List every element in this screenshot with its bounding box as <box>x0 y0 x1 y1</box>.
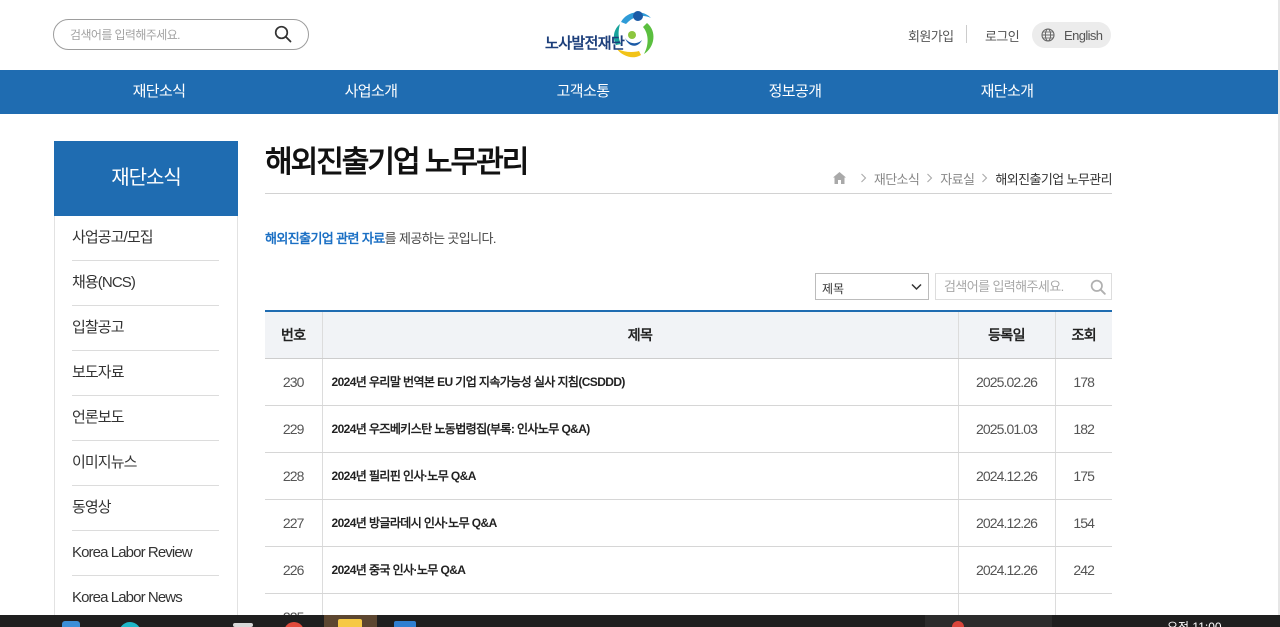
globe-icon <box>1041 28 1055 42</box>
page: 노사발전재단 회원가입 로그인 English 재단소식 사업소개 고객소통 <box>0 0 1280 627</box>
taskbar-browser-icon[interactable] <box>284 622 304 627</box>
table-header-row: 번호 제목 등록일 조회 <box>265 311 1112 359</box>
language-button[interactable]: English <box>1032 22 1111 48</box>
main-nav-list: 재단소식 사업소개 고객소통 정보공개 재단소개 <box>53 70 1113 114</box>
table-row: 230 2024년 우리말 번역본 EU 기업 지속가능성 실사 지침(CSDD… <box>265 358 1112 406</box>
breadcrumb-current: 해외진출기업 노무관리 <box>995 171 1112 187</box>
row-number: 227 <box>265 499 322 547</box>
row-title-link[interactable]: 2024년 필리핀 인사·노무 Q&A <box>321 452 958 500</box>
taskbar-clock[interactable]: 오전 11:00 <box>1167 618 1222 627</box>
sidebar-item-media[interactable]: 언론보도 <box>72 396 219 441</box>
row-views: 242 <box>1054 546 1112 594</box>
sidebar-item-bid[interactable]: 입찰공고 <box>72 306 219 351</box>
page-title: 해외진출기업 노무관리 <box>265 146 529 179</box>
sidebar-item-image-news[interactable]: 이미지뉴스 <box>72 441 219 486</box>
table-row: 226 2024년 중국 인사·노무 Q&A 2024.12.26 242 <box>265 546 1112 594</box>
breadcrumb-separator-icon <box>982 173 988 183</box>
row-title-link[interactable]: 2024년 중국 인사·노무 Q&A <box>321 546 958 594</box>
main-navigation: 재단소식 사업소개 고객소통 정보공개 재단소개 <box>0 70 1278 114</box>
site-logo[interactable]: 노사발전재단 <box>545 8 659 62</box>
notification-icon <box>952 621 964 627</box>
row-number: 230 <box>265 358 322 406</box>
row-views: 178 <box>1054 358 1112 406</box>
row-views: 175 <box>1054 452 1112 500</box>
column-header-number: 번호 <box>265 311 322 359</box>
row-date: 2025.01.03 <box>957 405 1055 453</box>
row-title-link[interactable]: 2024년 우리말 번역본 EU 기업 지속가능성 실사 지침(CSDDD) <box>321 358 958 406</box>
row-number: 229 <box>265 405 322 453</box>
table-row: 228 2024년 필리핀 인사·노무 Q&A 2024.12.26 175 <box>265 452 1112 500</box>
os-taskbar: 오전 11:00 <box>0 615 1280 627</box>
row-views: 154 <box>1054 499 1112 547</box>
taskbar-app-icon[interactable] <box>62 621 80 627</box>
search-field-select[interactable]: 제목 <box>815 273 929 300</box>
sidebar-item-labor-review[interactable]: Korea Labor Review <box>72 531 219 576</box>
sidebar-list: 사업공고/모집 채용(NCS) 입찰공고 보도자료 언론보도 이미지뉴스 동영상… <box>55 216 237 621</box>
breadcrumb: 재단소식 자료실 해외진출기업 노무관리 <box>832 169 1113 188</box>
site-search-box <box>53 19 309 50</box>
folder-icon <box>338 619 362 627</box>
sidebar-item-video[interactable]: 동영상 <box>72 486 219 531</box>
nav-item-about[interactable]: 재단소개 <box>901 70 1113 114</box>
search-field-value: 제목 <box>822 282 845 296</box>
taskbar-app-icon[interactable] <box>233 623 253 627</box>
description-text: 를 제공하는 곳입니다. <box>384 231 497 246</box>
home-icon[interactable] <box>832 171 847 185</box>
breadcrumb-item[interactable]: 재단소식 <box>874 169 920 188</box>
nav-item-news[interactable]: 재단소식 <box>53 70 265 114</box>
taskbar-app-icon[interactable] <box>119 622 141 627</box>
sidebar-item-notice[interactable]: 사업공고/모집 <box>72 216 219 261</box>
nav-item-disclosure[interactable]: 정보공개 <box>689 70 901 114</box>
sidebar-item-recruit[interactable]: 채용(NCS) <box>72 261 219 306</box>
taskbar-widget[interactable] <box>925 615 1052 627</box>
sidebar-item-press-release[interactable]: 보도자료 <box>72 351 219 396</box>
row-title-link[interactable]: 2024년 우즈베키스탄 노동법령집(부록: 인사노무 Q&A) <box>321 405 958 453</box>
join-link[interactable]: 회원가입 <box>908 26 954 45</box>
board-search-box <box>935 273 1112 300</box>
taskbar-app-icon[interactable] <box>394 621 416 627</box>
row-date: 2024.12.26 <box>957 546 1055 594</box>
table-row: 229 2024년 우즈베키스탄 노동법령집(부록: 인사노무 Q&A) 202… <box>265 405 1112 453</box>
title-divider <box>265 193 1112 194</box>
board-search-input[interactable] <box>944 274 1084 299</box>
login-link[interactable]: 로그인 <box>985 26 1020 45</box>
page-description: 해외진출기업 관련 자료를 제공하는 곳입니다. <box>265 228 497 247</box>
description-highlight: 해외진출기업 관련 자료 <box>265 231 385 246</box>
table-row: 227 2024년 방글라데시 인사·노무 Q&A 2024.12.26 154 <box>265 499 1112 547</box>
row-date: 2024.12.26 <box>957 499 1055 547</box>
search-icon[interactable] <box>274 25 292 43</box>
column-header-title: 제목 <box>321 311 958 359</box>
row-date: 2025.02.26 <box>957 358 1055 406</box>
utility-divider <box>966 25 967 43</box>
breadcrumb-separator-icon <box>927 173 933 183</box>
sidebar: 재단소식 사업공고/모집 채용(NCS) 입찰공고 보도자료 언론보도 이미지뉴… <box>54 141 238 627</box>
column-header-date: 등록일 <box>957 311 1055 359</box>
search-icon[interactable] <box>1090 279 1106 295</box>
nav-item-customer[interactable]: 고객소통 <box>477 70 689 114</box>
column-header-views: 조회 <box>1054 311 1112 359</box>
sidebar-title: 재단소식 <box>54 141 238 216</box>
language-label: English <box>1064 28 1103 43</box>
nav-item-business[interactable]: 사업소개 <box>265 70 477 114</box>
row-number: 228 <box>265 452 322 500</box>
logo-text: 노사발전재단 <box>545 35 625 52</box>
row-number: 226 <box>265 546 322 594</box>
board-table: 번호 제목 등록일 조회 230 2024년 우리말 번역본 EU 기업 지속가… <box>265 310 1112 627</box>
row-views: 182 <box>1054 405 1112 453</box>
breadcrumb-item[interactable]: 자료실 <box>940 169 975 188</box>
breadcrumb-separator-icon <box>860 173 867 183</box>
row-date: 2024.12.26 <box>957 452 1055 500</box>
chevron-down-icon <box>911 283 922 291</box>
row-title-link[interactable]: 2024년 방글라데시 인사·노무 Q&A <box>321 499 958 547</box>
site-search-input[interactable] <box>70 20 270 49</box>
